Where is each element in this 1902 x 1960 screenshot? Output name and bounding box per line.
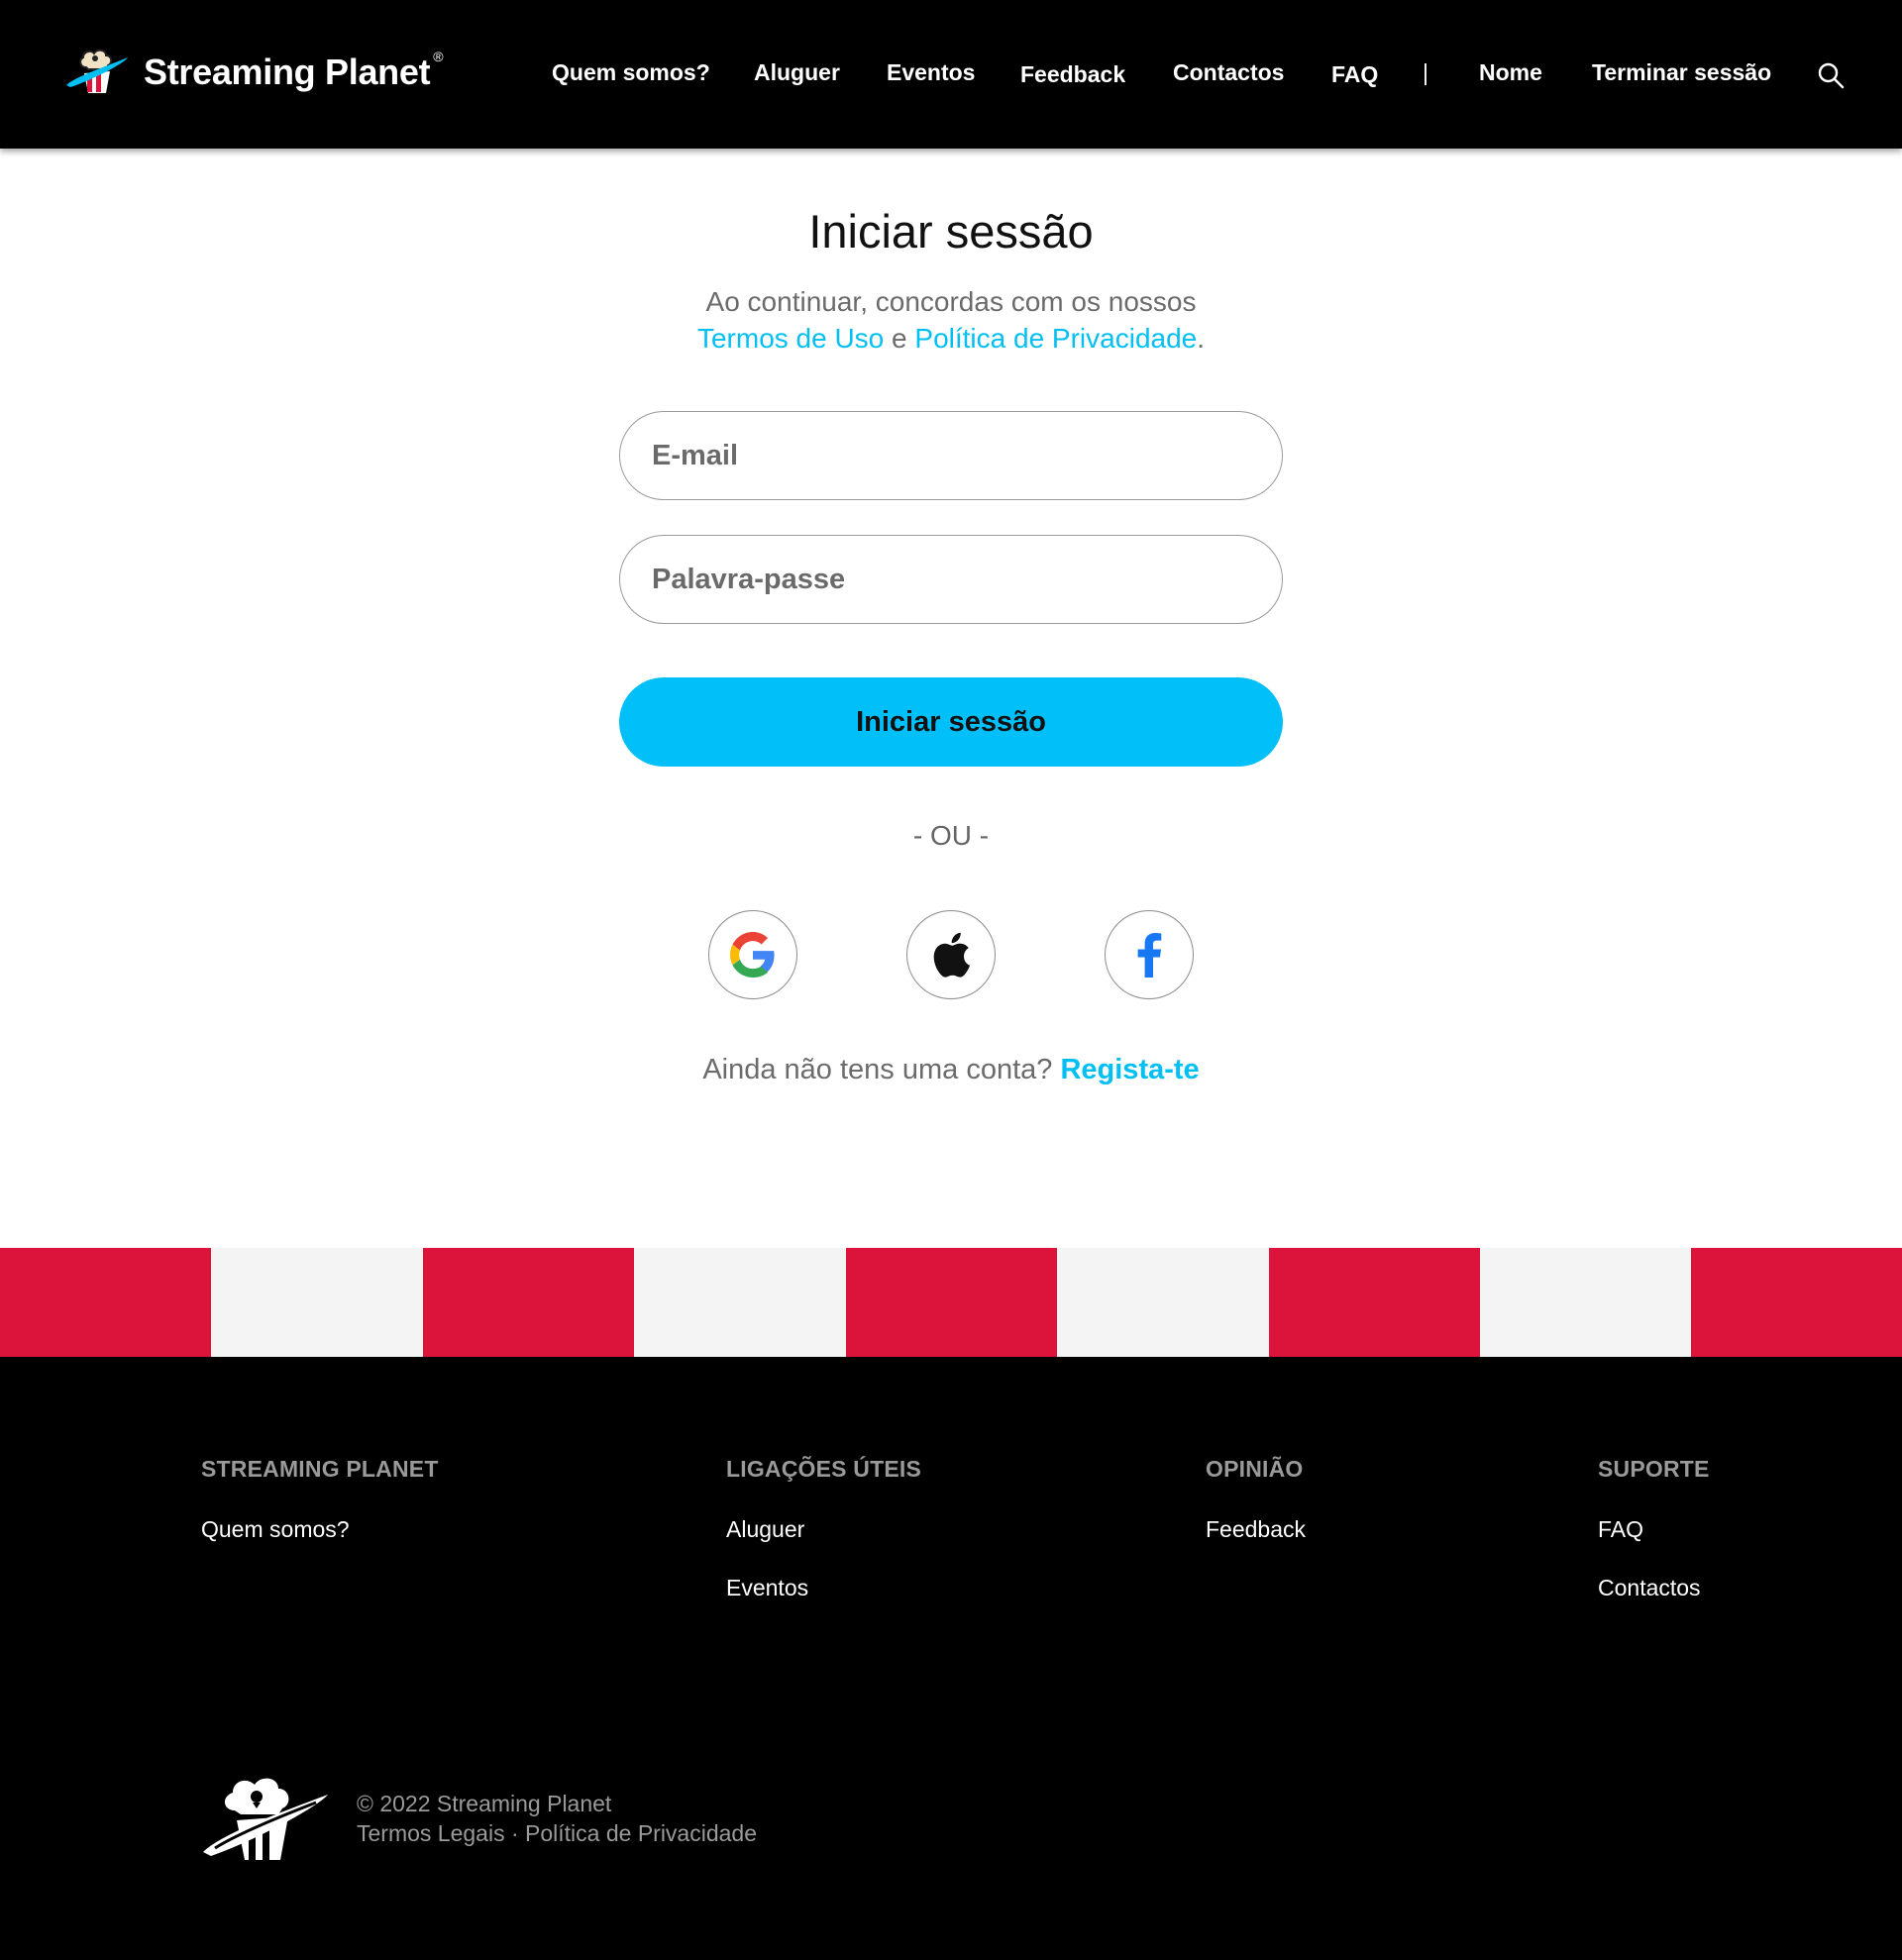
nav-faq[interactable]: FAQ	[1331, 61, 1378, 88]
stripe-light	[211, 1248, 423, 1357]
main-nav: Quem somos? Aluguer Eventos Feedback Con…	[0, 59, 1902, 93]
legal-separator: ·	[510, 1820, 519, 1846]
footer-link-faq[interactable]: FAQ	[1598, 1516, 1710, 1543]
footer-privacy-link[interactable]: Política de Privacidade	[525, 1820, 757, 1846]
terms-prefix: Ao continuar, concordas com os nossos	[705, 286, 1197, 317]
stripe-light	[1057, 1248, 1269, 1357]
footer-column-streaming-planet: STREAMING PLANET Quem somos?	[201, 1456, 439, 1543]
signup-prompt: Ainda não tens uma conta? Regista-te	[0, 1054, 1902, 1086]
facebook-icon	[1137, 933, 1162, 978]
terms-and: e	[892, 323, 907, 354]
privacy-policy-link[interactable]: Política de Privacidade	[914, 323, 1197, 354]
stripe-light	[634, 1248, 846, 1357]
password-field[interactable]	[620, 536, 1282, 623]
legal-terms-link[interactable]: Termos Legais	[357, 1820, 505, 1846]
footer-link-contactos[interactable]: Contactos	[1598, 1575, 1710, 1601]
terms-end: .	[1197, 323, 1206, 354]
signup-prompt-text: Ainda não tens uma conta?	[702, 1054, 1053, 1085]
stripe-light	[1480, 1248, 1691, 1357]
signup-link[interactable]: Regista-te	[1060, 1054, 1199, 1085]
copyright: © 2022 Streaming Planet	[357, 1791, 612, 1816]
footer-bottom: © 2022 Streaming Planet Termos Legais · …	[201, 1773, 757, 1864]
nav-quem-somos[interactable]: Quem somos?	[552, 59, 710, 86]
stripe-red	[0, 1248, 211, 1357]
google-login-button[interactable]	[708, 910, 797, 999]
terms-notice: Ao continuar, concordas com os nossos Te…	[0, 283, 1902, 357]
footer-link-feedback[interactable]: Feedback	[1206, 1516, 1306, 1543]
apple-icon	[933, 932, 970, 978]
login-button[interactable]: Iniciar sessão	[619, 677, 1283, 767]
facebook-login-button[interactable]	[1105, 910, 1194, 999]
footer-column-ligacoes-uteis: LIGAÇÕES ÚTEIS Aluguer Eventos	[726, 1456, 921, 1601]
footer-heading: STREAMING PLANET	[201, 1456, 439, 1482]
page-title: Iniciar sessão	[808, 205, 1094, 258]
stripe-red	[1269, 1248, 1480, 1357]
or-divider: - OU -	[912, 820, 990, 851]
nav-eventos[interactable]: Eventos	[887, 59, 975, 86]
apple-login-button[interactable]	[906, 910, 996, 999]
nav-logout[interactable]: Terminar sessão	[1592, 59, 1771, 86]
search-icon[interactable]	[1817, 61, 1845, 89]
nav-aluguer[interactable]: Aluguer	[754, 59, 840, 86]
footer-link-quem-somos[interactable]: Quem somos?	[201, 1516, 439, 1543]
nav-feedback[interactable]: Feedback	[1020, 61, 1125, 88]
nav-contactos[interactable]: Contactos	[1173, 59, 1284, 86]
site-footer: STREAMING PLANET Quem somos? LIGAÇÕES ÚT…	[0, 1357, 1902, 1960]
terms-of-use-link[interactable]: Termos de Uso	[697, 323, 884, 354]
footer-column-suporte: SUPORTE FAQ Contactos	[1598, 1456, 1710, 1601]
email-field-wrapper	[619, 411, 1283, 500]
email-field[interactable]	[620, 412, 1282, 499]
site-header: Streaming Planet ® Quem somos? Aluguer E…	[0, 0, 1902, 149]
google-icon	[730, 932, 775, 978]
stripe-red	[423, 1248, 634, 1357]
footer-link-eventos[interactable]: Eventos	[726, 1575, 921, 1601]
stripe-red	[846, 1248, 1057, 1357]
nav-separator: |	[1423, 59, 1428, 85]
nav-user-name[interactable]: Nome	[1479, 59, 1542, 86]
footer-heading: SUPORTE	[1598, 1456, 1710, 1482]
stripe-red	[1691, 1248, 1902, 1357]
footer-legal-links: Termos Legais · Política de Privacidade	[357, 1818, 757, 1848]
footer-link-aluguer[interactable]: Aluguer	[726, 1516, 921, 1543]
footer-heading: LIGAÇÕES ÚTEIS	[726, 1456, 922, 1482]
decorative-stripes	[0, 1248, 1902, 1357]
footer-column-opiniao: OPINIÃO Feedback	[1206, 1456, 1306, 1543]
popcorn-planet-logo-icon	[203, 1778, 328, 1860]
password-field-wrapper	[619, 535, 1283, 624]
footer-heading: OPINIÃO	[1206, 1456, 1304, 1482]
footer-legal: © 2022 Streaming Planet Termos Legais · …	[357, 1789, 757, 1848]
